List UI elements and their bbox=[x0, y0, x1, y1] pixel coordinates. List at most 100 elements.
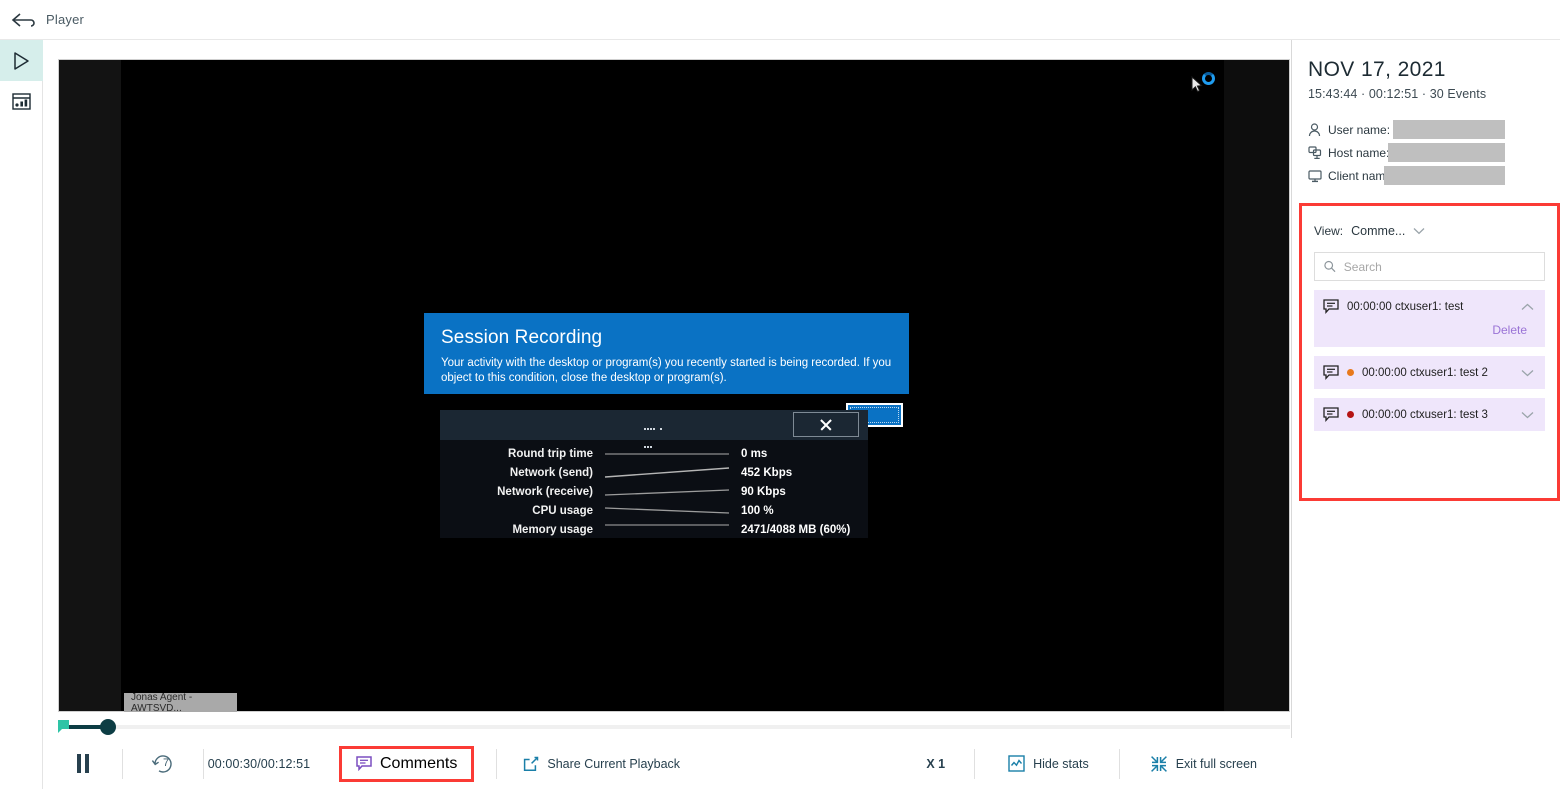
comment-text: 00:00:00 ctxuser1: test 3 bbox=[1362, 409, 1488, 421]
session-subtitle: 15:43:44 · 00:12:51 · 30 Events bbox=[1293, 87, 1560, 101]
comment-bubble-icon bbox=[1323, 407, 1339, 422]
video-left-band bbox=[59, 60, 121, 711]
stat-row: CPU usage 100 % bbox=[440, 501, 868, 520]
share-external-icon bbox=[523, 756, 539, 772]
stat-label: Network (send) bbox=[440, 467, 603, 479]
sidebar-item-statistics[interactable] bbox=[0, 81, 43, 122]
stat-sparkline bbox=[603, 523, 731, 537]
seek-track[interactable] bbox=[58, 725, 1290, 729]
stat-value: 100 % bbox=[731, 505, 774, 517]
meta-row-host: Host name: bbox=[1308, 141, 1560, 164]
stats-overlay: Round trip time 0 ms Network (send) 452 … bbox=[440, 410, 868, 538]
stat-value: 0 ms bbox=[731, 448, 767, 460]
comments-panel-inner: View: Comme... bbox=[1302, 206, 1557, 431]
video-right-band bbox=[1224, 60, 1289, 711]
banner-body: Your activity with the desktop or progra… bbox=[441, 356, 892, 386]
search-icon bbox=[1324, 260, 1336, 273]
toolbar-divider bbox=[1119, 749, 1120, 779]
exit-fullscreen-label: Exit full screen bbox=[1176, 757, 1257, 771]
playback-speed-button[interactable]: X 1 bbox=[926, 757, 945, 771]
comment-bubble-icon bbox=[1323, 299, 1339, 314]
comment-row: 00:00:00 ctxuser1: test bbox=[1314, 290, 1545, 323]
redacted-user-name bbox=[1393, 120, 1505, 139]
stat-row: Network (send) 452 Kbps bbox=[440, 463, 868, 482]
stat-row: Round trip time 0 ms bbox=[440, 444, 868, 463]
session-info-panel: NOV 17, 2021 15:43:44 · 00:12:51 · 30 Ev… bbox=[1293, 40, 1560, 789]
rewind-7-button[interactable]: 7 bbox=[150, 751, 176, 777]
stat-label: Network (receive) bbox=[440, 486, 603, 498]
event-marker-flag[interactable] bbox=[58, 720, 69, 729]
stat-value: 2471/4088 MB (60%) bbox=[731, 524, 850, 536]
meta-label: User name: bbox=[1328, 123, 1390, 137]
comment-bubble-icon bbox=[1323, 365, 1339, 380]
pause-button[interactable] bbox=[77, 754, 89, 773]
stats-graph-icon bbox=[1008, 755, 1025, 772]
sidebar-item-playback[interactable] bbox=[0, 40, 43, 81]
fullscreen-exit-icon bbox=[1150, 755, 1168, 773]
hide-stats-button[interactable]: Hide stats bbox=[1004, 755, 1093, 772]
stat-label: Round trip time bbox=[440, 448, 603, 460]
playback-time: 00:00:30/00:12:51 bbox=[208, 757, 311, 771]
hide-stats-label: Hide stats bbox=[1033, 757, 1089, 771]
session-metadata: User name: Host name: bbox=[1293, 118, 1560, 187]
chevron-down-icon bbox=[1413, 227, 1425, 235]
delete-comment-button[interactable]: Delete bbox=[1314, 323, 1545, 347]
taskbar-item[interactable]: Jonas Agent - AWTSVD... bbox=[124, 693, 237, 712]
stat-value: 90 Kbps bbox=[731, 486, 786, 498]
left-rail bbox=[0, 40, 43, 789]
comments-button[interactable]: Comments bbox=[339, 746, 474, 782]
view-label: View: bbox=[1314, 224, 1343, 238]
meta-row-client: Client name: bbox=[1308, 164, 1560, 187]
top-bar: Player bbox=[0, 0, 1560, 40]
toolbar-divider bbox=[496, 749, 497, 779]
chevron-up-icon[interactable] bbox=[1521, 303, 1534, 311]
meta-label: Host name: bbox=[1328, 146, 1389, 160]
comment-item-1[interactable]: 00:00:00 ctxuser1: test Delete bbox=[1314, 290, 1545, 347]
comments-panel: View: Comme... bbox=[1299, 203, 1560, 501]
video-canvas[interactable]: Session Recording Your activity with the… bbox=[58, 59, 1290, 712]
comment-severity-dot bbox=[1347, 369, 1354, 376]
page-title: Player bbox=[46, 12, 84, 27]
seek-handle[interactable] bbox=[100, 719, 116, 735]
view-selected-value: Comme... bbox=[1351, 224, 1405, 238]
comment-item-3[interactable]: 00:00:00 ctxuser1: test 3 bbox=[1314, 398, 1545, 431]
comment-severity-dot bbox=[1347, 411, 1354, 418]
session-recording-banner: Session Recording Your activity with the… bbox=[424, 313, 909, 394]
stat-sparkline bbox=[603, 485, 731, 499]
exit-fullscreen-button[interactable]: Exit full screen bbox=[1146, 755, 1261, 773]
redacted-host-name bbox=[1388, 143, 1505, 162]
busy-spinner-icon bbox=[1202, 72, 1215, 85]
stat-sparkline bbox=[603, 447, 731, 461]
dashboard-chart-icon bbox=[12, 93, 31, 110]
meta-row-user: User name: bbox=[1308, 118, 1560, 141]
host-icon bbox=[1308, 146, 1328, 160]
share-playback-button[interactable]: Share Current Playback bbox=[519, 756, 684, 772]
view-selector[interactable]: View: Comme... bbox=[1314, 216, 1545, 246]
player-area: Session Recording Your activity with the… bbox=[43, 40, 1292, 789]
search-input[interactable] bbox=[1344, 260, 1535, 274]
stats-close-button[interactable] bbox=[793, 412, 859, 437]
comments-search[interactable] bbox=[1314, 252, 1545, 281]
comment-row: 00:00:00 ctxuser1: test 2 bbox=[1314, 356, 1545, 389]
toolbar-divider bbox=[974, 749, 975, 779]
stat-row: Network (receive) 90 Kbps bbox=[440, 482, 868, 501]
chevron-down-icon[interactable] bbox=[1521, 369, 1534, 377]
stat-value: 452 Kbps bbox=[731, 467, 792, 479]
comment-row: 00:00:00 ctxuser1: test 3 bbox=[1314, 398, 1545, 431]
back-button[interactable] bbox=[0, 0, 46, 40]
session-date: NOV 17, 2021 bbox=[1293, 58, 1560, 82]
chevron-down-icon[interactable] bbox=[1521, 411, 1534, 419]
stat-sparkline bbox=[603, 504, 731, 518]
play-triangle-icon bbox=[11, 51, 31, 71]
mouse-pointer-busy-icon bbox=[1191, 72, 1217, 98]
comment-text: 00:00:00 ctxuser1: test bbox=[1347, 301, 1463, 313]
comment-item-2[interactable]: 00:00:00 ctxuser1: test 2 bbox=[1314, 356, 1545, 389]
back-arrow-icon bbox=[11, 12, 35, 28]
stat-sparkline bbox=[603, 466, 731, 480]
stats-overlay-header[interactable] bbox=[440, 410, 868, 440]
seek-bar[interactable] bbox=[58, 716, 1290, 738]
client-icon bbox=[1308, 169, 1328, 183]
comment-bubble-icon bbox=[356, 756, 372, 771]
redacted-client-name bbox=[1384, 166, 1505, 185]
comment-text: 00:00:00 ctxuser1: test 2 bbox=[1362, 367, 1488, 379]
